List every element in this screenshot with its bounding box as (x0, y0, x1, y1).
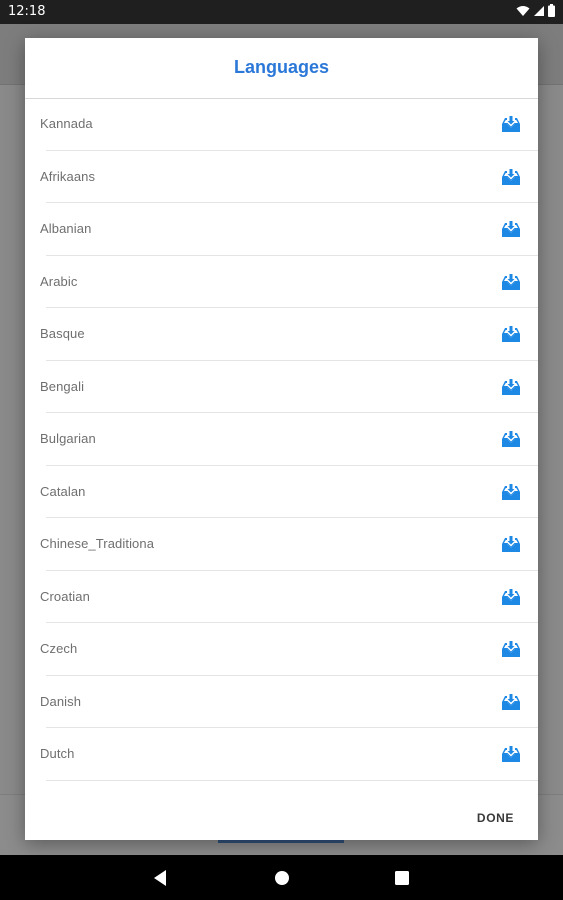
download-icon[interactable] (500, 743, 522, 765)
language-row-catalan[interactable]: Catalan (40, 466, 538, 518)
download-icon[interactable] (500, 376, 522, 398)
language-label: Catalan (40, 483, 86, 499)
language-list[interactable]: Kannada Afrikaans Albanian Arabic Basque… (25, 98, 538, 781)
language-label: Arabic (40, 273, 78, 289)
home-icon[interactable] (271, 867, 293, 889)
download-icon[interactable] (500, 218, 522, 240)
download-icon[interactable] (500, 113, 522, 135)
navigation-bar (0, 855, 563, 900)
status-icons (516, 4, 555, 20)
language-row-afrikaans[interactable]: Afrikaans (40, 151, 538, 203)
language-label: Kannada (40, 116, 93, 131)
download-icon[interactable] (500, 271, 522, 293)
language-row-arabic[interactable]: Arabic (40, 256, 538, 308)
language-row-kannada[interactable]: Kannada (40, 98, 538, 151)
language-row-bengali[interactable]: Bengali (40, 361, 538, 413)
download-icon[interactable] (500, 481, 522, 503)
signal-icon (533, 5, 545, 20)
language-row-croatian[interactable]: Croatian (40, 571, 538, 623)
dialog-title: Languages (25, 38, 538, 99)
language-label: Basque (40, 326, 85, 341)
language-label: Afrikaans (40, 168, 96, 184)
done-button[interactable]: DONE (477, 811, 514, 825)
language-row-bulgarian[interactable]: Bulgarian (40, 413, 538, 466)
language-row-basque[interactable]: Basque (40, 308, 538, 361)
language-label: Croatian (40, 588, 90, 604)
language-label: Bengali (40, 378, 85, 394)
status-bar: 12:18 (0, 0, 563, 24)
download-icon[interactable] (500, 638, 522, 660)
language-label: Dutch (40, 746, 75, 761)
download-icon[interactable] (500, 166, 522, 188)
download-icon[interactable] (500, 323, 522, 345)
languages-dialog: Languages Kannada Afrikaans Albanian Ara… (25, 38, 538, 840)
wifi-icon (516, 5, 530, 20)
language-label: Danish (40, 693, 82, 709)
language-row-chinese-traditiona[interactable]: Chinese_Traditiona (40, 518, 538, 571)
status-time: 12:18 (8, 4, 46, 19)
language-row-czech[interactable]: Czech (40, 623, 538, 676)
download-icon[interactable] (500, 586, 522, 608)
back-icon[interactable] (150, 867, 172, 889)
language-label: Chinese_Traditiona (40, 536, 155, 551)
language-label: Albanian (40, 221, 92, 236)
language-label: Czech (40, 641, 78, 656)
download-icon[interactable] (500, 428, 522, 450)
download-icon[interactable] (500, 533, 522, 555)
battery-icon (548, 4, 555, 20)
recents-icon[interactable] (391, 867, 413, 889)
dialog-footer: DONE (25, 781, 538, 840)
language-row-albanian[interactable]: Albanian (40, 203, 538, 256)
language-row-dutch[interactable]: Dutch (40, 728, 538, 781)
download-icon[interactable] (500, 691, 522, 713)
language-label: Bulgarian (40, 431, 96, 446)
language-row-danish[interactable]: Danish (40, 676, 538, 728)
